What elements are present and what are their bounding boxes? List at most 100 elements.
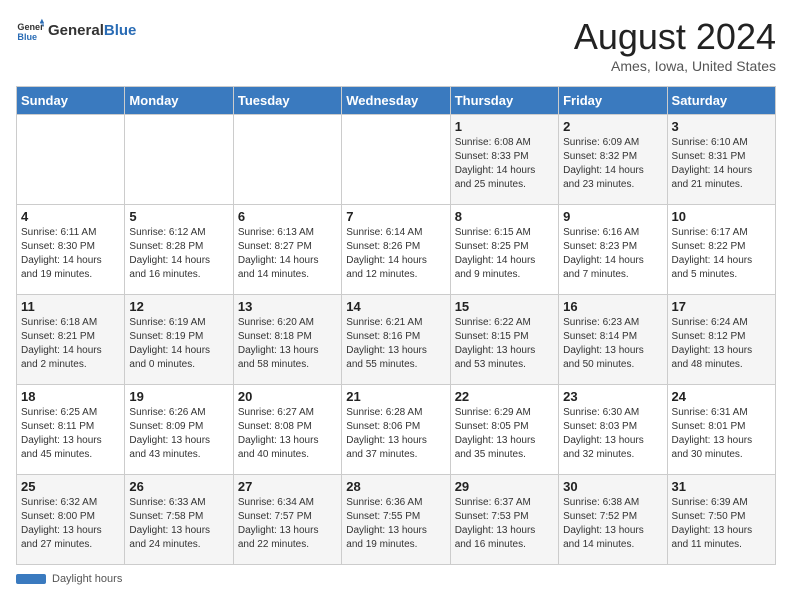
calendar-cell — [233, 115, 341, 205]
title-block: August 2024 Ames, Iowa, United States — [574, 16, 776, 74]
day-info: Sunrise: 6:17 AM Sunset: 8:22 PM Dayligh… — [672, 226, 771, 282]
day-info: Sunrise: 6:29 AM Sunset: 8:05 PM Dayligh… — [455, 406, 554, 462]
calendar-cell: 27 Sunrise: 6:34 AM Sunset: 7:57 PM Dayli… — [233, 475, 341, 565]
calendar-cell: 20 Sunrise: 6:27 AM Sunset: 8:08 PM Dayli… — [233, 385, 341, 475]
daylight-bar-icon — [16, 574, 46, 584]
day-number: 20 — [238, 389, 337, 404]
logo-general-text: General — [48, 22, 104, 39]
day-info: Sunrise: 6:11 AM Sunset: 8:30 PM Dayligh… — [21, 226, 120, 282]
day-info: Sunrise: 6:19 AM Sunset: 8:19 PM Dayligh… — [129, 316, 228, 372]
day-number: 28 — [346, 479, 445, 494]
calendar-cell: 10 Sunrise: 6:17 AM Sunset: 8:22 PM Dayli… — [667, 205, 775, 295]
calendar-cell: 3 Sunrise: 6:10 AM Sunset: 8:31 PM Daylig… — [667, 115, 775, 205]
day-number: 29 — [455, 479, 554, 494]
header-monday: Monday — [125, 87, 233, 115]
day-info: Sunrise: 6:10 AM Sunset: 8:31 PM Dayligh… — [672, 136, 771, 192]
header-wednesday: Wednesday — [342, 87, 450, 115]
day-number: 26 — [129, 479, 228, 494]
calendar-week-row: 18 Sunrise: 6:25 AM Sunset: 8:11 PM Dayli… — [17, 385, 776, 475]
calendar-cell: 1 Sunrise: 6:08 AM Sunset: 8:33 PM Daylig… — [450, 115, 558, 205]
day-number: 27 — [238, 479, 337, 494]
day-info: Sunrise: 6:22 AM Sunset: 8:15 PM Dayligh… — [455, 316, 554, 372]
calendar-week-row: 1 Sunrise: 6:08 AM Sunset: 8:33 PM Daylig… — [17, 115, 776, 205]
calendar-cell: 21Sunrise: 6:28 AM Sunset: 8:06 PM Dayli… — [342, 385, 450, 475]
calendar-cell — [342, 115, 450, 205]
day-info: Sunrise: 6:16 AM Sunset: 8:23 PM Dayligh… — [563, 226, 662, 282]
day-number: 9 — [563, 209, 662, 224]
calendar-cell: 13 Sunrise: 6:20 AM Sunset: 8:18 PM Dayli… — [233, 295, 341, 385]
calendar-cell: 12 Sunrise: 6:19 AM Sunset: 8:19 PM Dayli… — [125, 295, 233, 385]
logo-icon: General Blue — [16, 16, 44, 44]
day-number: 17 — [672, 299, 771, 314]
footer-label: Daylight hours — [52, 573, 122, 585]
header-sunday: Sunday — [17, 87, 125, 115]
day-info: Sunrise: 6:38 AM Sunset: 7:52 PM Dayligh… — [563, 496, 662, 552]
day-info: Sunrise: 6:36 AM Sunset: 7:55 PM Dayligh… — [346, 496, 445, 552]
day-info: Sunrise: 6:14 AM Sunset: 8:26 PM Dayligh… — [346, 226, 445, 282]
header-friday: Friday — [559, 87, 667, 115]
day-info: Sunrise: 6:33 AM Sunset: 7:58 PM Dayligh… — [129, 496, 228, 552]
day-number: 11 — [21, 299, 120, 314]
calendar-cell: 19 Sunrise: 6:26 AM Sunset: 8:09 PM Dayli… — [125, 385, 233, 475]
day-number: 6 — [238, 209, 337, 224]
day-info: Sunrise: 6:24 AM Sunset: 8:12 PM Dayligh… — [672, 316, 771, 372]
day-info: Sunrise: 6:28 AM Sunset: 8:06 PM Dayligh… — [346, 406, 445, 462]
calendar-cell: 15 Sunrise: 6:22 AM Sunset: 8:15 PM Dayli… — [450, 295, 558, 385]
day-info: Sunrise: 6:20 AM Sunset: 8:18 PM Dayligh… — [238, 316, 337, 372]
calendar-header-row: SundayMondayTuesdayWednesdayThursdayFrid… — [17, 87, 776, 115]
calendar-cell: 29 Sunrise: 6:37 AM Sunset: 7:53 PM Dayli… — [450, 475, 558, 565]
calendar-cell: 8Sunrise: 6:15 AM Sunset: 8:25 PM Daylig… — [450, 205, 558, 295]
calendar-cell — [125, 115, 233, 205]
calendar-cell: 11Sunrise: 6:18 AM Sunset: 8:21 PM Dayli… — [17, 295, 125, 385]
day-info: Sunrise: 6:12 AM Sunset: 8:28 PM Dayligh… — [129, 226, 228, 282]
day-number: 24 — [672, 389, 771, 404]
day-info: Sunrise: 6:26 AM Sunset: 8:09 PM Dayligh… — [129, 406, 228, 462]
calendar-cell: 2Sunrise: 6:09 AM Sunset: 8:32 PM Daylig… — [559, 115, 667, 205]
day-number: 25 — [21, 479, 120, 494]
day-number: 30 — [563, 479, 662, 494]
day-number: 10 — [672, 209, 771, 224]
day-number: 2 — [563, 119, 662, 134]
location: Ames, Iowa, United States — [574, 58, 776, 74]
day-number: 13 — [238, 299, 337, 314]
page-header: General Blue General Blue August 2024 Am… — [16, 16, 776, 74]
calendar-cell: 4 Sunrise: 6:11 AM Sunset: 8:30 PM Daylig… — [17, 205, 125, 295]
day-info: Sunrise: 6:34 AM Sunset: 7:57 PM Dayligh… — [238, 496, 337, 552]
calendar-cell: 30 Sunrise: 6:38 AM Sunset: 7:52 PM Dayli… — [559, 475, 667, 565]
day-info: Sunrise: 6:13 AM Sunset: 8:27 PM Dayligh… — [238, 226, 337, 282]
day-number: 23 — [563, 389, 662, 404]
day-number: 4 — [21, 209, 120, 224]
calendar-cell — [17, 115, 125, 205]
header-tuesday: Tuesday — [233, 87, 341, 115]
day-number: 3 — [672, 119, 771, 134]
day-number: 5 — [129, 209, 228, 224]
header-saturday: Saturday — [667, 87, 775, 115]
calendar-week-row: 11Sunrise: 6:18 AM Sunset: 8:21 PM Dayli… — [17, 295, 776, 385]
day-info: Sunrise: 6:37 AM Sunset: 7:53 PM Dayligh… — [455, 496, 554, 552]
month-title: August 2024 — [574, 16, 776, 58]
day-number: 19 — [129, 389, 228, 404]
day-number: 22 — [455, 389, 554, 404]
day-info: Sunrise: 6:08 AM Sunset: 8:33 PM Dayligh… — [455, 136, 554, 192]
day-number: 12 — [129, 299, 228, 314]
day-info: Sunrise: 6:25 AM Sunset: 8:11 PM Dayligh… — [21, 406, 120, 462]
day-number: 1 — [455, 119, 554, 134]
logo: General Blue General Blue — [16, 16, 136, 44]
calendar-cell: 7Sunrise: 6:14 AM Sunset: 8:26 PM Daylig… — [342, 205, 450, 295]
day-number: 14 — [346, 299, 445, 314]
day-info: Sunrise: 6:27 AM Sunset: 8:08 PM Dayligh… — [238, 406, 337, 462]
calendar-cell: 9 Sunrise: 6:16 AM Sunset: 8:23 PM Daylig… — [559, 205, 667, 295]
day-number: 15 — [455, 299, 554, 314]
calendar-cell: 25 Sunrise: 6:32 AM Sunset: 8:00 PM Dayli… — [17, 475, 125, 565]
calendar-cell: 5 Sunrise: 6:12 AM Sunset: 8:28 PM Daylig… — [125, 205, 233, 295]
day-info: Sunrise: 6:15 AM Sunset: 8:25 PM Dayligh… — [455, 226, 554, 282]
calendar-cell: 31Sunrise: 6:39 AM Sunset: 7:50 PM Dayli… — [667, 475, 775, 565]
calendar-cell: 14Sunrise: 6:21 AM Sunset: 8:16 PM Dayli… — [342, 295, 450, 385]
day-info: Sunrise: 6:23 AM Sunset: 8:14 PM Dayligh… — [563, 316, 662, 372]
day-info: Sunrise: 6:32 AM Sunset: 8:00 PM Dayligh… — [21, 496, 120, 552]
day-number: 18 — [21, 389, 120, 404]
calendar-cell: 18 Sunrise: 6:25 AM Sunset: 8:11 PM Dayli… — [17, 385, 125, 475]
calendar-cell: 28 Sunrise: 6:36 AM Sunset: 7:55 PM Dayli… — [342, 475, 450, 565]
svg-text:General: General — [17, 22, 44, 32]
calendar-cell: 22 Sunrise: 6:29 AM Sunset: 8:05 PM Dayli… — [450, 385, 558, 475]
